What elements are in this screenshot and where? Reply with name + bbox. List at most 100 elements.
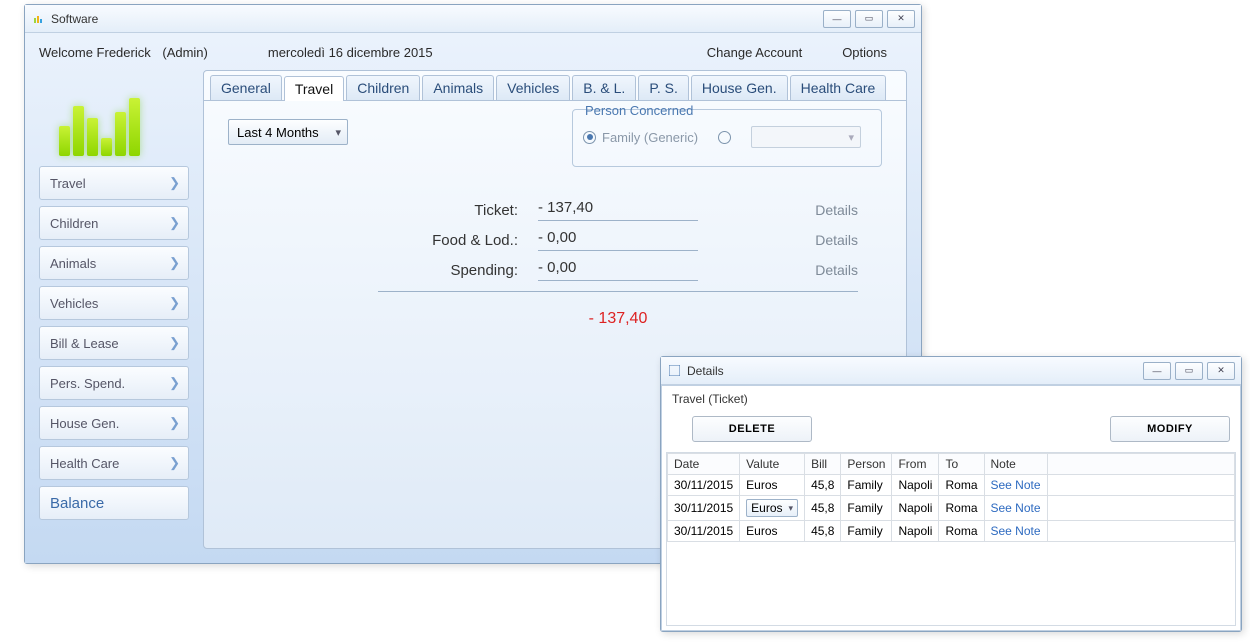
- tab-label: House Gen.: [702, 80, 777, 96]
- sidebar-item-health-care[interactable]: Health Care❯: [39, 446, 189, 480]
- minimize-button[interactable]: —: [823, 10, 851, 28]
- sidebar-item-label: Travel: [50, 176, 86, 191]
- col-note[interactable]: Note: [984, 454, 1047, 475]
- tab-vehicles[interactable]: Vehicles: [496, 75, 570, 100]
- minimize-button[interactable]: —: [1143, 362, 1171, 380]
- details-actions: DELETE MODIFY: [662, 412, 1240, 452]
- see-note-link[interactable]: See Note: [991, 524, 1041, 538]
- sidebar-item-children[interactable]: Children❯: [39, 206, 189, 240]
- sidebar-item-pers-spend[interactable]: Pers. Spend.❯: [39, 366, 189, 400]
- col-from[interactable]: From: [892, 454, 939, 475]
- cell-date[interactable]: 30/11/2015: [668, 521, 740, 542]
- col-person[interactable]: Person: [841, 454, 892, 475]
- window-title: Software: [51, 12, 98, 26]
- button-label: MODIFY: [1147, 423, 1193, 435]
- cell-bill[interactable]: 45,8: [805, 496, 841, 521]
- col-bill[interactable]: Bill: [805, 454, 841, 475]
- cell-from[interactable]: Napoli: [892, 521, 939, 542]
- cell-from[interactable]: Napoli: [892, 496, 939, 521]
- cell-to[interactable]: Roma: [939, 521, 984, 542]
- see-note-link[interactable]: See Note: [991, 478, 1041, 492]
- period-value: Last 4 Months: [237, 125, 319, 140]
- valute-dropdown[interactable]: Euros: [746, 499, 798, 517]
- row-label: Ticket:: [378, 202, 518, 219]
- sidebar-item-travel[interactable]: Travel❯: [39, 166, 189, 200]
- cell-note[interactable]: See Note: [984, 496, 1047, 521]
- details-link[interactable]: Details: [815, 232, 858, 248]
- see-note-link[interactable]: See Note: [991, 501, 1041, 515]
- app-icon: [31, 12, 45, 26]
- tab-bill-lease[interactable]: B. & L.: [572, 75, 636, 100]
- cell-person[interactable]: Family: [841, 475, 892, 496]
- modify-button[interactable]: MODIFY: [1110, 416, 1230, 442]
- person-dropdown[interactable]: ▾: [751, 126, 861, 148]
- cell-bill[interactable]: 45,8: [805, 475, 841, 496]
- value-row-food: Food & Lod.: - 0,00 Details: [378, 225, 858, 255]
- cell-valute[interactable]: Euros: [740, 521, 805, 542]
- sidebar-item-balance[interactable]: Balance: [39, 486, 189, 520]
- sidebar-item-label: Health Care: [50, 456, 119, 471]
- row-amount: - 137,40: [538, 199, 698, 221]
- col-valute[interactable]: Valute: [740, 454, 805, 475]
- change-account-link[interactable]: Change Account: [707, 45, 802, 60]
- options-link[interactable]: Options: [842, 45, 887, 60]
- period-select[interactable]: Last 4 Months: [228, 119, 348, 145]
- chevron-right-icon: ❯: [169, 295, 180, 311]
- table-header-row: Date Valute Bill Person From To Note: [668, 454, 1235, 475]
- sidebar-item-label: Children: [50, 216, 98, 231]
- row-amount: - 0,00: [538, 229, 698, 251]
- cell-person[interactable]: Family: [841, 521, 892, 542]
- table-row[interactable]: 30/11/2015Euros45,8FamilyNapoliRoma See N…: [668, 521, 1235, 542]
- delete-button[interactable]: DELETE: [692, 416, 812, 442]
- col-date[interactable]: Date: [668, 454, 740, 475]
- cell-to[interactable]: Roma: [939, 475, 984, 496]
- chevron-right-icon: ❯: [169, 255, 180, 271]
- maximize-button[interactable]: ▭: [855, 10, 883, 28]
- details-body: Travel (Ticket) DELETE MODIFY Date Valut…: [661, 385, 1241, 631]
- sidebar-item-bill-lease[interactable]: Bill & Lease❯: [39, 326, 189, 360]
- sidebar-item-house-gen[interactable]: House Gen.❯: [39, 406, 189, 440]
- tab-children[interactable]: Children: [346, 75, 420, 100]
- tab-label: P. S.: [649, 80, 678, 96]
- value-row-ticket: Ticket: - 137,40 Details: [378, 195, 858, 225]
- details-link[interactable]: Details: [815, 262, 858, 278]
- close-button[interactable]: ✕: [887, 10, 915, 28]
- sidebar-item-label: Balance: [50, 495, 104, 512]
- cell-bill[interactable]: 45,8: [805, 521, 841, 542]
- cell-note[interactable]: See Note: [984, 521, 1047, 542]
- total-amount: - 137,40: [538, 310, 698, 328]
- details-link[interactable]: Details: [815, 202, 858, 218]
- cell-valute[interactable]: Euros: [740, 475, 805, 496]
- cell-valute[interactable]: Euros: [740, 496, 805, 521]
- close-button[interactable]: ✕: [1207, 362, 1235, 380]
- cell-note[interactable]: See Note: [984, 475, 1047, 496]
- cell-date[interactable]: 30/11/2015: [668, 496, 740, 521]
- cell-to[interactable]: Roma: [939, 496, 984, 521]
- sidebar-item-vehicles[interactable]: Vehicles❯: [39, 286, 189, 320]
- table-row[interactable]: 30/11/2015 Euros 45,8FamilyNapoliRoma See N…: [668, 496, 1235, 521]
- logo-icon: [39, 70, 159, 156]
- cell-person[interactable]: Family: [841, 496, 892, 521]
- cell-date[interactable]: 30/11/2015: [668, 475, 740, 496]
- tab-house-gen[interactable]: House Gen.: [691, 75, 788, 100]
- radio-family[interactable]: Family (Generic): [583, 130, 698, 145]
- chevron-right-icon: ❯: [169, 415, 180, 431]
- details-grid[interactable]: Date Valute Bill Person From To Note 30/…: [666, 452, 1236, 626]
- tab-travel[interactable]: Travel: [284, 76, 344, 101]
- tab-general[interactable]: General: [210, 75, 282, 100]
- cell-from[interactable]: Napoli: [892, 475, 939, 496]
- maximize-button[interactable]: ▭: [1175, 362, 1203, 380]
- tab-health-care[interactable]: Health Care: [790, 75, 887, 100]
- sidebar-item-animals[interactable]: Animals❯: [39, 246, 189, 280]
- details-title: Details: [687, 364, 724, 378]
- tab-label: Travel: [295, 81, 333, 97]
- tab-pers-spend[interactable]: P. S.: [638, 75, 689, 100]
- main-titlebar: Software — ▭ ✕: [25, 5, 921, 33]
- values-area: Ticket: - 137,40 Details Food & Lod.: - …: [378, 195, 858, 328]
- chevron-right-icon: ❯: [169, 335, 180, 351]
- table-row[interactable]: 30/11/2015Euros45,8FamilyNapoliRoma See N…: [668, 475, 1235, 496]
- radio-other[interactable]: [718, 131, 731, 144]
- col-to[interactable]: To: [939, 454, 984, 475]
- tab-animals[interactable]: Animals: [422, 75, 494, 100]
- tab-bar: General Travel Children Animals Vehicles…: [204, 71, 906, 101]
